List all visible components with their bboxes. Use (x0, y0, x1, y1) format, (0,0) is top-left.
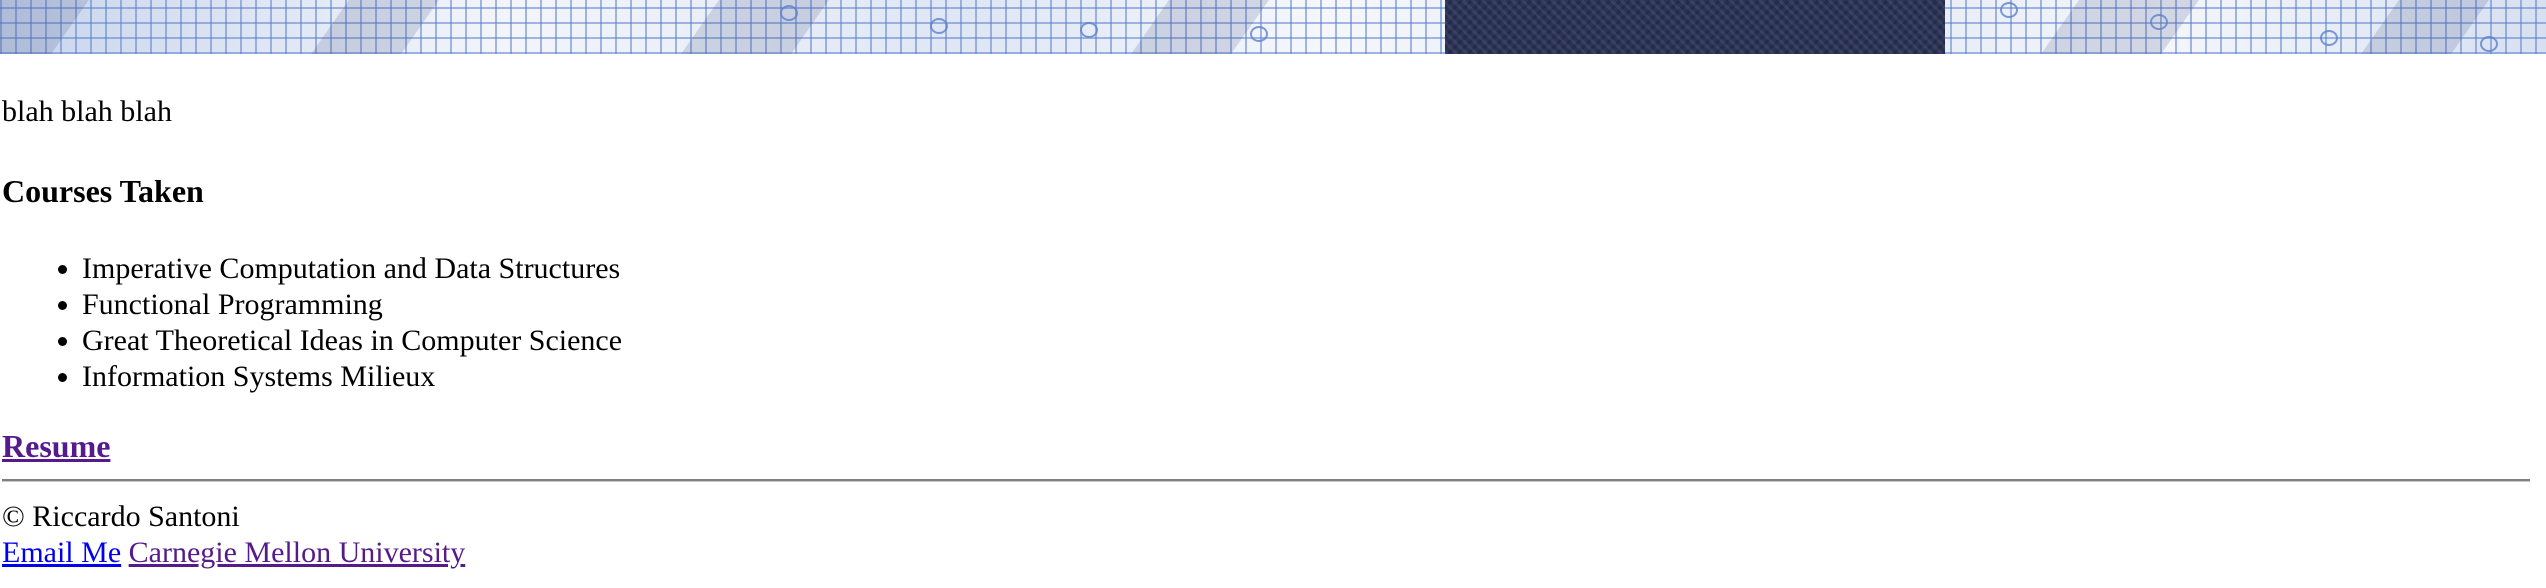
fabric-fold-shadow (311, 0, 439, 54)
footer-links: Email Me Carnegie Mellon University (2, 535, 465, 571)
header-banner-image (0, 0, 2546, 54)
course-item: Functional Programming (82, 287, 622, 323)
email-link[interactable]: Email Me (2, 536, 121, 569)
shirt-button-icon (2320, 30, 2338, 46)
fabric-fold-shadow (1131, 0, 1269, 54)
university-link[interactable]: Carnegie Mellon University (129, 536, 466, 569)
footer: © Riccardo Santoni Email Me Carnegie Mel… (2, 499, 465, 571)
tie-graphic (1445, 0, 1945, 54)
course-item: Information Systems Milieux (82, 359, 622, 395)
course-item: Great Theoretical Ideas in Computer Scie… (82, 323, 622, 359)
resume-heading: Resume (2, 427, 110, 465)
fabric-fold-shadow (2041, 0, 2199, 54)
intro-text: blah blah blah (2, 95, 172, 128)
courses-list: Imperative Computation and Data Structur… (0, 251, 622, 395)
footer-divider (2, 479, 2530, 482)
shirt-button-icon (1080, 22, 1098, 38)
shirt-button-icon (1250, 26, 1268, 42)
shirt-button-icon (930, 18, 948, 34)
fabric-fold-shadow (2361, 0, 2489, 54)
shirt-button-icon (780, 5, 798, 21)
resume-link[interactable]: Resume (2, 428, 110, 464)
fabric-fold-shadow (681, 0, 829, 54)
shirt-button-icon (2000, 2, 2018, 18)
courses-heading: Courses Taken (2, 173, 204, 209)
course-item: Imperative Computation and Data Structur… (82, 251, 622, 287)
fabric-fold-shadow (0, 0, 89, 54)
shirt-button-icon (2150, 14, 2168, 30)
copyright-text: © Riccardo Santoni (2, 500, 240, 533)
shirt-button-icon (2480, 36, 2498, 52)
